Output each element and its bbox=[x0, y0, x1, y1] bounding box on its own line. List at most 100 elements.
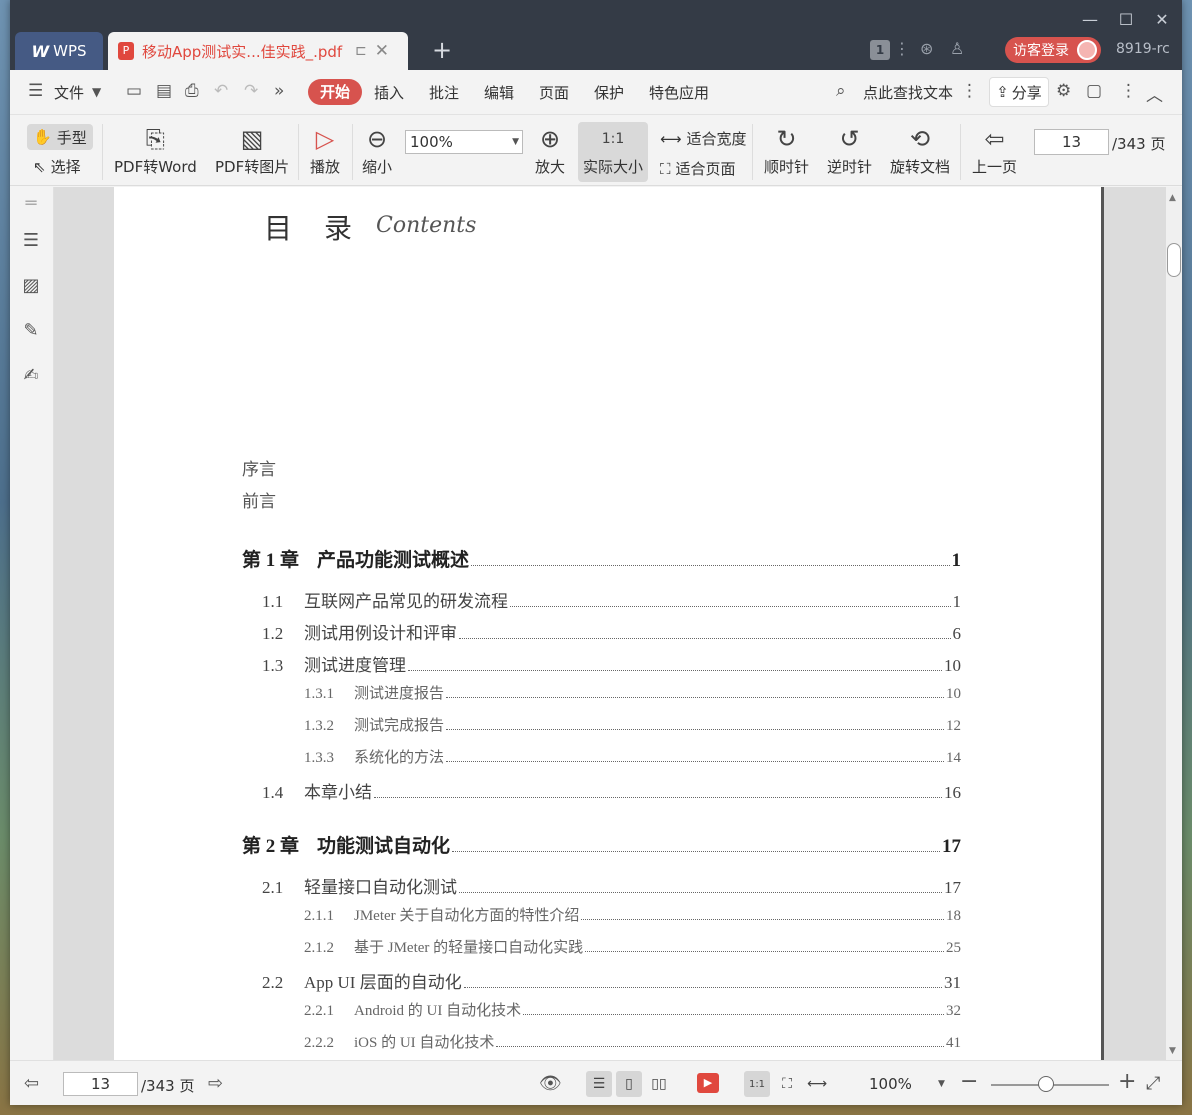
toc-section-entry[interactable]: 1.3.2 测试完成报告 12 bbox=[304, 714, 961, 735]
fullscreen-icon[interactable]: ⤢ bbox=[1146, 1073, 1160, 1094]
toc-section-entry[interactable]: 2.1 轻量接口自动化测试 17 bbox=[262, 873, 961, 898]
minimize-icon[interactable]: — bbox=[1080, 10, 1100, 29]
foreword-entry[interactable]: 前言 bbox=[242, 487, 276, 512]
vertical-scrollbar[interactable]: ▲ ▼ bbox=[1166, 187, 1182, 1060]
search-icon[interactable]: ⌕ bbox=[836, 81, 846, 101]
tab-protect[interactable]: 保护 bbox=[594, 82, 624, 103]
maximize-icon[interactable]: ☐ bbox=[1116, 10, 1136, 29]
tab-page[interactable]: 页面 bbox=[539, 82, 569, 103]
tab-annotate[interactable]: 批注 bbox=[429, 82, 459, 103]
scroll-down-icon[interactable]: ▼ bbox=[1169, 1046, 1176, 1056]
toc-leader-dots bbox=[510, 606, 951, 607]
rotate-document-button[interactable]: ⟲ 旋转文档 bbox=[890, 122, 950, 177]
comment-icon[interactable]: ▢ bbox=[1086, 81, 1102, 101]
undo-icon[interactable]: ↶ bbox=[214, 81, 228, 101]
preface-entry[interactable]: 序言 bbox=[242, 455, 276, 480]
pdf-to-image-button[interactable]: ▧ PDF转图片 bbox=[215, 122, 289, 177]
rotate-clockwise-button[interactable]: ↻ 顺时针 bbox=[764, 122, 809, 177]
zoom-in-button[interactable]: ⊕ 放大 bbox=[535, 122, 565, 177]
guest-login-button[interactable]: 访客登录 bbox=[1005, 37, 1101, 63]
single-page-view-icon[interactable]: ▯ bbox=[616, 1071, 642, 1097]
open-folder-icon[interactable]: ▭ bbox=[126, 81, 142, 101]
pdf-to-word-button[interactable]: ⎘ PDF转Word bbox=[114, 122, 197, 177]
select-tool-button[interactable]: ⇖ 选择 bbox=[33, 156, 81, 177]
gear-icon[interactable]: ⚙ bbox=[1056, 81, 1071, 101]
toc-section-entry[interactable]: 2.2.1 Android 的 UI 自动化技术 32 bbox=[304, 999, 961, 1020]
shirt-icon[interactable]: ♙ bbox=[950, 39, 964, 58]
share-button[interactable]: ⇪ 分享 bbox=[989, 77, 1049, 107]
fit-page-button[interactable]: ⛶ 适合页面 bbox=[660, 158, 736, 179]
drag-handle-icon[interactable]: ═ bbox=[20, 193, 42, 215]
zoom-in-icon[interactable]: + bbox=[1118, 1069, 1136, 1094]
document-viewport[interactable]: 目 录 Contents 序言 前言 第 1 章产品功能测试概述 1 1.1 互联网产… bbox=[54, 187, 1166, 1060]
status-page-input[interactable]: 13 bbox=[63, 1072, 138, 1096]
save-icon[interactable]: ▤ bbox=[156, 81, 172, 101]
rotate-counter-clockwise-button[interactable]: ↺ 逆时针 bbox=[827, 122, 872, 177]
more-chevron-icon[interactable]: » bbox=[274, 81, 284, 101]
two-page-view-icon[interactable]: ▯▯ bbox=[646, 1071, 672, 1097]
tab-special-apps[interactable]: 特色应用 bbox=[649, 82, 709, 103]
play-slideshow-icon[interactable]: ▶ bbox=[697, 1073, 719, 1093]
thumbnail-icon[interactable]: ▨ bbox=[20, 275, 42, 297]
guest-login-label: 访客登录 bbox=[1013, 43, 1069, 59]
window-count-badge[interactable]: 1 bbox=[870, 40, 890, 60]
hamburger-menu-icon[interactable]: ☰ bbox=[28, 81, 43, 101]
new-tab-button[interactable]: + bbox=[432, 36, 452, 64]
zoom-out-icon[interactable]: − bbox=[960, 1069, 978, 1094]
play-button[interactable]: ▷ 播放 bbox=[310, 122, 340, 177]
zoom-select[interactable]: 100% ▼ bbox=[405, 130, 523, 154]
zoom-slider-handle[interactable] bbox=[1038, 1076, 1055, 1092]
tab-edit[interactable]: 编辑 bbox=[484, 82, 514, 103]
file-menu[interactable]: 文件 bbox=[54, 82, 84, 103]
close-icon[interactable]: ✕ bbox=[1152, 10, 1172, 29]
toc-section-entry[interactable]: 2.1.2 基于 JMeter 的轻量接口自动化实践 25 bbox=[304, 936, 961, 957]
find-text-button[interactable]: 点此查找文本 bbox=[863, 82, 953, 103]
close-tab-icon[interactable]: ✕ bbox=[375, 41, 389, 61]
actual-size-button[interactable]: 1:1 实际大小 bbox=[578, 122, 648, 182]
previous-page-button[interactable]: ⇦ 上一页 bbox=[972, 122, 1017, 177]
toc-chapter-entry[interactable]: 第 1 章产品功能测试概述 1 bbox=[242, 545, 961, 572]
rotate-counter-clockwise-label: 逆时针 bbox=[827, 158, 873, 176]
annotation-icon[interactable]: ✎ bbox=[20, 320, 42, 342]
fit-width-icon[interactable]: ⟷ bbox=[804, 1071, 830, 1097]
tab-start[interactable]: 开始 bbox=[308, 79, 362, 105]
zoom-out-label: 缩小 bbox=[362, 158, 393, 176]
collapse-ribbon-icon[interactable]: ︿ bbox=[1146, 81, 1163, 106]
overflow-menu-icon[interactable]: ⋮ bbox=[1120, 81, 1137, 101]
status-zoom-value[interactable]: 100% bbox=[869, 1075, 912, 1093]
toc-chapter-entry[interactable]: 第 2 章功能测试自动化 17 bbox=[242, 831, 961, 858]
chevron-down-icon[interactable]: ▼ bbox=[938, 1079, 945, 1089]
toc-section-entry[interactable]: 2.1.1 JMeter 关于自动化方面的特性介绍 18 bbox=[304, 904, 961, 925]
more-vertical-icon[interactable]: ⋮ bbox=[961, 81, 978, 101]
pin-icon[interactable]: ⊏ bbox=[355, 43, 367, 59]
toc-section-entry[interactable]: 1.4 本章小结 16 bbox=[262, 778, 961, 803]
continuous-view-icon[interactable]: ☰ bbox=[586, 1071, 612, 1097]
chevron-down-icon[interactable]: ▼ bbox=[92, 85, 101, 99]
scrollbar-thumb[interactable] bbox=[1167, 243, 1181, 277]
outline-icon[interactable]: ☰ bbox=[20, 230, 42, 252]
eye-protection-icon[interactable]: 👁 bbox=[539, 1073, 562, 1094]
toc-section-entry[interactable]: 2.2.2 iOS 的 UI 自动化技术 41 bbox=[304, 1031, 961, 1052]
skin-icon[interactable]: ⊛ bbox=[920, 39, 933, 58]
signature-icon[interactable]: ✍ bbox=[20, 365, 42, 387]
toc-section-entry[interactable]: 1.3 测试进度管理 10 bbox=[262, 651, 961, 676]
toc-section-entry[interactable]: 1.3.3 系统化的方法 14 bbox=[304, 746, 961, 767]
toc-section-entry[interactable]: 1.1 互联网产品常见的研发流程 1 bbox=[262, 587, 961, 612]
arrow-left-icon[interactable]: ⇦ bbox=[24, 1073, 39, 1094]
print-icon[interactable]: ⎙ bbox=[185, 81, 199, 101]
hand-tool-button[interactable]: ✋ 手型 bbox=[27, 124, 93, 150]
toc-section-entry[interactable]: 1.3.1 测试进度报告 10 bbox=[304, 682, 961, 703]
toc-section-entry[interactable]: 1.2 测试用例设计和评审 6 bbox=[262, 619, 961, 644]
wps-home-tab[interactable]: W WPS bbox=[15, 32, 103, 70]
tab-insert[interactable]: 插入 bbox=[374, 82, 404, 103]
fit-width-button[interactable]: ⟷ 适合宽度 bbox=[660, 128, 747, 149]
page-number-input[interactable]: 13 bbox=[1034, 129, 1109, 155]
toc-section-entry[interactable]: 2.2 App UI 层面的自动化 31 bbox=[262, 968, 961, 993]
actual-size-icon[interactable]: 1:1 bbox=[744, 1071, 770, 1097]
arrow-right-icon[interactable]: ⇨ bbox=[208, 1073, 223, 1094]
fit-page-icon[interactable]: ⛶ bbox=[774, 1071, 800, 1097]
redo-icon[interactable]: ↷ bbox=[244, 81, 258, 101]
scroll-up-icon[interactable]: ▲ bbox=[1169, 193, 1176, 203]
zoom-out-button[interactable]: ⊖ 缩小 bbox=[362, 122, 392, 177]
document-tab[interactable]: P 移动App测试实...佳实践_.pdf ⊏ ✕ bbox=[108, 32, 408, 70]
